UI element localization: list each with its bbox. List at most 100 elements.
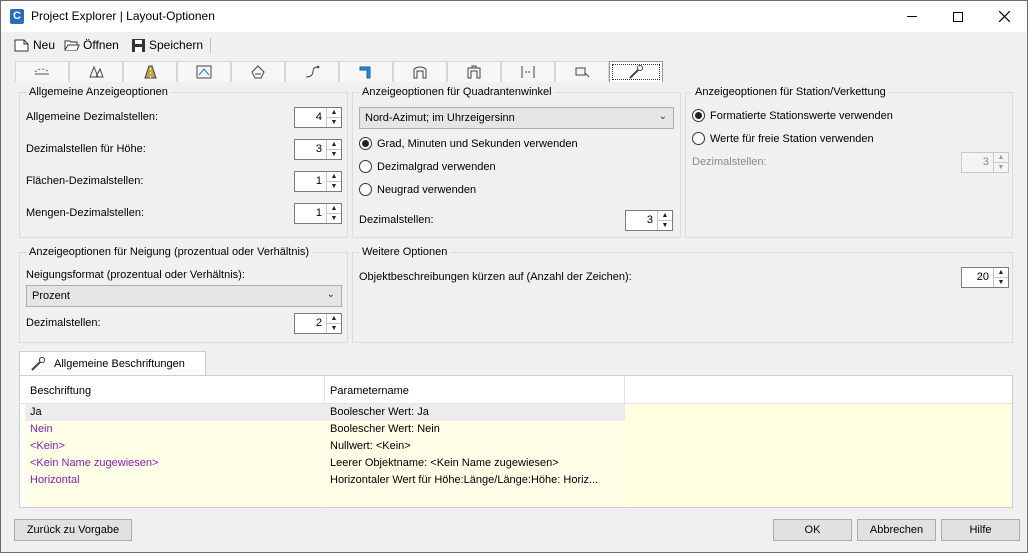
quantity-decimals-spinner[interactable]: 1 ▲ ▼ [294,203,342,224]
open-folder-icon [64,40,80,51]
label-cell[interactable]: Horizontal [30,474,80,486]
tab-parcel[interactable] [231,61,285,82]
spin-up-icon[interactable]: ▲ [994,153,1008,162]
area-decimals-label: Flächen-Dezimalstellen: [26,175,144,187]
row-background [25,421,625,438]
label-cell[interactable]: <Kein> [30,440,65,452]
area-decimals-spinner[interactable]: 1 ▲ ▼ [294,171,342,192]
spin-down-icon[interactable]: ▼ [994,162,1008,172]
parameter-cell: Boolescher Wert: Nein [330,423,440,435]
row-background [25,404,625,421]
table-row[interactable]: Nein Boolescher Wert: Nein [25,421,1011,438]
label-cell[interactable]: <Kein Name zugewiesen> [30,457,158,469]
spin-up-icon[interactable]: ▲ [327,172,341,181]
tab-corridor[interactable] [339,61,393,82]
column-header-label[interactable]: Beschriftung [30,385,91,397]
sample-line-icon [575,67,590,78]
radio-formatted-stations[interactable]: Formatierte Stationswerte verwenden [692,109,893,122]
parameter-cell: Boolescher Wert: Ja [330,406,429,418]
profile-icon [196,65,212,79]
layout-options-dialog: C Project Explorer | Layout-Optionen Neu… [0,0,1028,553]
slope-decimals-value: 2 [315,317,322,329]
chevron-down-icon: ⌄ [326,289,335,300]
object-type-tabs [15,61,663,82]
radio-free-station[interactable]: Werte für freie Station verwenden [692,132,874,145]
further-options-group: Weitere Optionen [352,246,1013,343]
radio-decimal-degrees[interactable]: Dezimalgrad verwenden [359,160,496,173]
tab-section[interactable] [501,61,555,82]
radio-gradians[interactable]: Neugrad verwenden [359,183,476,196]
further-options-title: Weitere Optionen [362,246,448,258]
spin-down-icon[interactable]: ▼ [327,181,341,191]
spin-down-icon[interactable]: ▼ [658,220,672,230]
maximize-button[interactable] [935,1,981,32]
tab-sample-line[interactable] [555,61,609,82]
slope-format-combobox[interactable]: Prozent ⌄ [26,285,342,307]
radio-dms-label: Grad, Minuten und Sekunden verwenden [377,137,578,150]
cancel-button[interactable]: Abbrechen [857,519,936,541]
spin-down-icon[interactable]: ▼ [994,277,1008,287]
spin-down-icon[interactable]: ▼ [327,117,341,127]
label-cell[interactable]: Nein [30,423,53,435]
close-button[interactable] [981,1,1027,32]
tab-profile[interactable] [177,61,231,82]
ok-button[interactable]: OK [773,519,852,541]
spin-up-icon[interactable]: ▲ [658,211,672,220]
slope-decimals-spinner[interactable]: 2 ▲ ▼ [294,313,342,334]
spin-up-icon[interactable]: ▲ [327,108,341,117]
station-decimals-spinner[interactable]: 3 ▲ ▼ [961,152,1009,173]
spin-down-icon[interactable]: ▼ [327,323,341,333]
column-header-parameter[interactable]: Parametername [330,385,409,397]
table-row-empty[interactable] [25,489,1011,506]
spin-up-icon[interactable]: ▲ [327,140,341,149]
labels-grid: Beschriftung Parametername Ja Boolescher… [19,375,1013,508]
elevation-decimals-spinner[interactable]: 3 ▲ ▼ [294,139,342,160]
open-label: Öffnen [83,38,119,52]
spin-down-icon[interactable]: ▼ [327,149,341,159]
area-decimals-value: 1 [315,175,322,187]
toolbar: Neu Öffnen Speichern [1,32,1027,57]
general-decimals-spinner[interactable]: 4 ▲ ▼ [294,107,342,128]
new-button[interactable]: Neu [14,36,55,54]
tab-general-labels[interactable]: Allgemeine Beschriftungen [19,351,206,376]
row-background [25,438,625,455]
truncate-description-spinner[interactable]: 20 ▲ ▼ [961,267,1009,288]
tab-alignment[interactable] [15,61,69,82]
tab-subassembly[interactable] [447,61,501,82]
tab-assembly[interactable] [393,61,447,82]
label-cell[interactable]: Ja [30,406,42,418]
tab-road[interactable] [123,61,177,82]
save-button[interactable]: Speichern [131,36,203,54]
save-icon [132,38,145,52]
table-row[interactable]: <Kein> Nullwert: <Kein> [25,438,1011,455]
minimize-icon [907,16,917,17]
spin-up-icon[interactable]: ▲ [327,204,341,213]
azimuth-combobox-value: Nord-Azimut; im Uhrzeigersinn [365,112,515,124]
table-row[interactable]: Ja Boolescher Wert: Ja [25,404,1011,421]
quadrant-decimals-label: Dezimalstellen: [359,214,434,226]
new-file-icon [14,39,29,52]
spin-down-icon[interactable]: ▼ [327,213,341,223]
azimuth-combobox[interactable]: Nord-Azimut; im Uhrzeigersinn ⌄ [359,107,674,129]
row-fill [625,472,1011,489]
tab-general-settings[interactable] [609,61,663,82]
row-fill [625,421,1011,438]
radio-dms[interactable]: Grad, Minuten und Sekunden verwenden [359,137,578,150]
table-row[interactable]: <Kein Name zugewiesen> Leerer Objektname… [25,455,1011,472]
spin-up-icon[interactable]: ▲ [327,314,341,323]
open-button[interactable]: Öffnen [64,36,119,54]
reset-defaults-button[interactable]: Zurück zu Vorgabe [14,519,132,541]
corridor-icon [359,66,371,79]
quadrant-decimals-spinner[interactable]: 3 ▲ ▼ [625,210,673,231]
spin-up-icon[interactable]: ▲ [994,268,1008,277]
wrench-icon [31,356,46,371]
minimize-button[interactable] [889,1,935,32]
table-row[interactable]: Horizontal Horizontaler Wert für Höhe:Lä… [25,472,1011,489]
radio-indicator [359,183,372,196]
radio-free-station-label: Werte für freie Station verwenden [710,132,874,145]
tab-pipe[interactable] [285,61,339,82]
row-fill [625,455,1011,472]
tab-surface[interactable] [69,61,123,82]
chevron-down-icon: ⌄ [658,111,667,122]
help-button[interactable]: Hilfe [941,519,1020,541]
